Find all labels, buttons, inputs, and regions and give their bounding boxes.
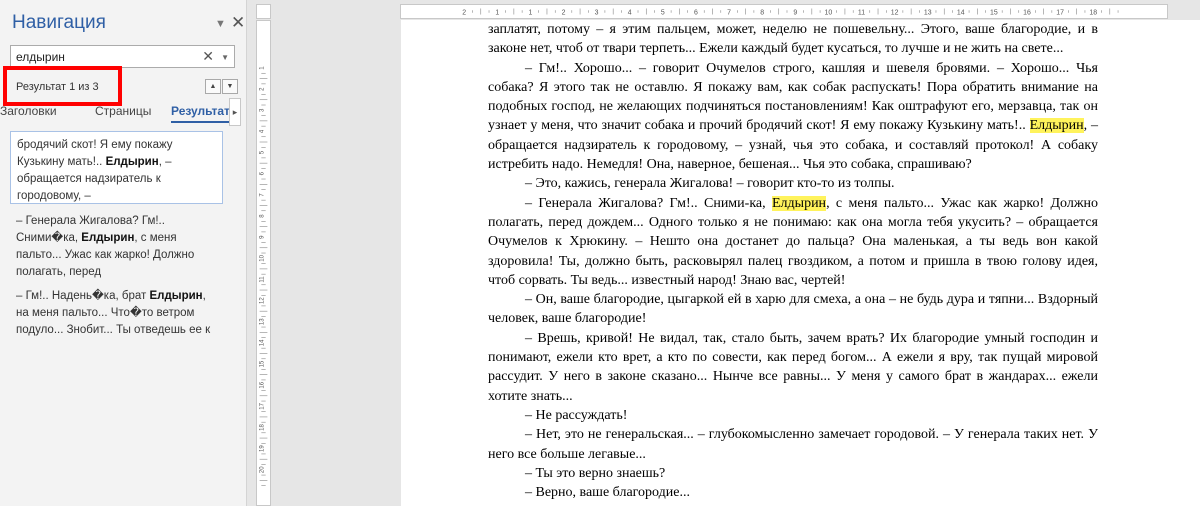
ruler-number: 16 (1023, 10, 1031, 17)
horizontal-ruler[interactable]: 2 1 1 2 3 4 5 6 7 8 9 10 11 12 13 14 15 16 17 18 (400, 4, 1168, 19)
result-match: Елдырин (149, 290, 203, 302)
ruler-number: 8 (260, 214, 266, 218)
ruler-number: 12 (260, 297, 266, 304)
search-highlight: Елдырин (1029, 118, 1084, 134)
paragraph: – Гм!.. Хорошо... – говорит Очумелов стр… (488, 59, 1098, 175)
ruler-number: 1 (495, 10, 499, 17)
down-arrow-icon[interactable]: ▼ (222, 79, 238, 94)
ruler-number: 15 (990, 10, 998, 17)
ruler-number: 6 (694, 10, 698, 17)
paragraph: – Верно, ваше благородие... (488, 483, 1098, 502)
search-value: елдырин (16, 50, 65, 64)
ruler-number: 19 (260, 445, 266, 452)
ruler-number: 20 (260, 466, 266, 473)
ruler-number: 7 (727, 10, 731, 17)
ruler-number: 17 (1056, 10, 1064, 17)
paragraph-text: заплатят, потому – я этим пальцем, может… (488, 22, 1098, 57)
dropdown-arrow-icon[interactable]: ▼ (215, 18, 226, 30)
ruler-number: 3 (260, 108, 266, 112)
ruler-number: 17 (260, 402, 266, 409)
ruler-number: 4 (260, 129, 266, 133)
ruler-number: 11 (260, 276, 266, 283)
ruler-number: 2 (462, 10, 466, 17)
ruler-number: 9 (793, 10, 797, 17)
search-result-item[interactable]: – Генерала Жигалова? Гм!.. Сними�ка, Елд… (10, 208, 223, 286)
search-result-item[interactable]: бродячий скот! Я ему покажу Кузькину мат… (10, 131, 223, 204)
red-highlight-box (3, 66, 122, 106)
ruler-number: 18 (260, 423, 266, 430)
paragraph-text: – Гм!.. Хорошо... – говорит Очумелов стр… (488, 60, 1098, 134)
paragraph-text: – Генерала Жигалова? Гм!.. Сними-ка, (525, 195, 772, 211)
ruler-number: 7 (260, 193, 266, 197)
clear-search-icon[interactable]: ✕ (202, 48, 214, 65)
ruler-number: 1 (260, 66, 266, 70)
tab-headings[interactable]: Заголовки (0, 104, 57, 118)
ruler-number: 8 (760, 10, 764, 17)
paragraph: – Это, кажись, генерала Жигалова! – гово… (488, 174, 1098, 193)
nav-title: Навигация (12, 12, 106, 33)
ruler-number: 3 (595, 10, 599, 17)
result-match: Елдырин (105, 156, 159, 168)
paragraph-text: – Это, кажись, генерала Жигалова! – гово… (525, 176, 895, 192)
ruler-number: 10 (825, 10, 833, 17)
paragraph: – Ты это верно знаешь? (488, 464, 1098, 483)
paragraph: – Нет, это не генеральская... – глубоком… (488, 425, 1098, 464)
ruler-number: 12 (891, 10, 899, 17)
ruler-number: 14 (260, 339, 266, 346)
ruler-number: 15 (260, 360, 266, 367)
ruler-number: 2 (562, 10, 566, 17)
ruler-number: 10 (260, 254, 266, 261)
paragraph: – Он, ваше благородие, цыгаркой ей в хар… (488, 290, 1098, 329)
ruler-number: 6 (260, 171, 266, 175)
close-icon[interactable]: ✕ (231, 13, 245, 33)
ruler-number: 9 (260, 235, 266, 239)
ruler-number: 5 (661, 10, 665, 17)
vertical-ruler[interactable]: 1234567891011121314151617181920 (256, 20, 271, 506)
tab-underline (171, 121, 229, 123)
ruler-number: 11 (858, 10, 865, 17)
paragraph: – Врешь, кривой! Не видал, так, стало бы… (488, 329, 1098, 406)
ruler-number: 14 (957, 10, 965, 17)
ruler-number: 13 (260, 318, 266, 325)
result-match: Елдырин (81, 232, 135, 244)
more-tabs-icon[interactable]: ▸ (229, 98, 241, 126)
paragraph-text: – Не рассуждать! (525, 407, 628, 423)
document-text[interactable]: заплатят, потому – я этим пальцем, может… (488, 20, 1098, 502)
paragraph-text: – Врешь, кривой! Не видал, так, стало бы… (488, 330, 1098, 404)
up-arrow-icon[interactable]: ▲ (205, 79, 221, 94)
ruler-number: 16 (260, 381, 266, 388)
paragraph-text: – Ты это верно знаешь? (525, 465, 666, 481)
paragraph: – Не рассуждать! (488, 406, 1098, 425)
navigation-pane: Навигация ▼ ✕ елдырин ✕ ▼ Результат 1 из… (0, 0, 247, 506)
ruler-corner[interactable] (256, 4, 271, 19)
paragraph-text: – Он, ваше благородие, цыгаркой ей в хар… (488, 292, 1098, 327)
paragraph-text: – Верно, ваше благородие... (525, 485, 690, 501)
search-options-icon[interactable]: ▼ (221, 53, 229, 62)
search-highlight: Елдырин (772, 195, 827, 211)
ruler-number: 5 (260, 150, 266, 154)
tab-pages[interactable]: Страницы (95, 104, 151, 118)
result-before: – Гм!.. Надень�ка, брат (16, 290, 150, 302)
ruler-number: 1 (528, 10, 532, 17)
paragraph: заплатят, потому – я этим пальцем, может… (488, 20, 1098, 59)
search-input[interactable]: елдырин ✕ ▼ (10, 45, 235, 68)
paragraph-text: – Нет, это не генеральская... – глубоком… (488, 427, 1098, 462)
ruler-number: 18 (1089, 10, 1097, 17)
ruler-number: 4 (628, 10, 632, 17)
search-result-item[interactable]: – Гм!.. Надень�ка, брат Елдырин, на меня… (10, 283, 223, 344)
ruler-number: 2 (260, 87, 266, 91)
ruler-number: 13 (924, 10, 932, 17)
paragraph: – Генерала Жигалова? Гм!.. Сними-ка, Елд… (488, 194, 1098, 290)
